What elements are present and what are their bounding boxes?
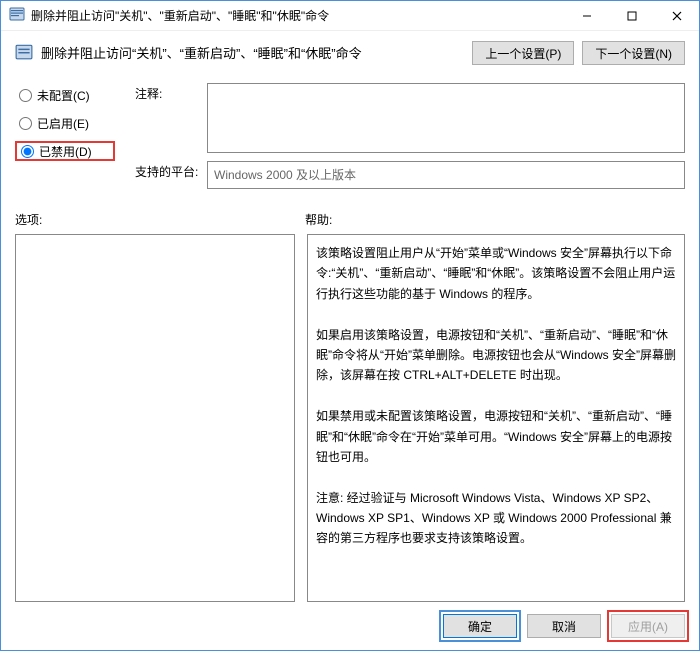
comment-label: 注释:	[135, 83, 207, 153]
platform-label: 支持的平台:	[135, 161, 207, 180]
right-fields: 注释: 支持的平台: Windows 2000 及以上版本	[135, 83, 685, 189]
radio-disabled-input[interactable]	[21, 145, 34, 158]
radio-enabled-input[interactable]	[19, 117, 32, 130]
radio-not-configured-input[interactable]	[19, 89, 32, 102]
radio-enabled-label: 已启用(E)	[37, 115, 89, 132]
radio-enabled[interactable]: 已启用(E)	[15, 113, 115, 133]
setting-name: 删除并阻止访问“关机”、“重新启动”、“睡眠”和“休眠”命令	[41, 43, 464, 62]
maximize-button[interactable]	[609, 1, 654, 30]
cancel-button[interactable]: 取消	[527, 614, 601, 638]
window-buttons	[564, 1, 699, 30]
minimize-button[interactable]	[564, 1, 609, 30]
help-pane[interactable]: 该策略设置阻止用户从“开始”菜单或“Windows 安全”屏幕执行以下命令:“关…	[307, 234, 685, 602]
radio-disabled-label: 已禁用(D)	[39, 143, 92, 160]
nav-buttons: 上一个设置(P) 下一个设置(N)	[472, 41, 685, 65]
policy-dialog: 删除并阻止访问"关机"、"重新启动"、"睡眠"和"休眠"命令 删除并阻止访问“关…	[0, 0, 700, 651]
panes: 该策略设置阻止用户从“开始”菜单或“Windows 安全”屏幕执行以下命令:“关…	[15, 234, 685, 602]
next-setting-button[interactable]: 下一个设置(N)	[582, 41, 685, 65]
options-label: 选项:	[15, 211, 305, 228]
help-label: 帮助:	[305, 211, 332, 228]
content-area: 删除并阻止访问“关机”、“重新启动”、“睡眠”和“休眠”命令 上一个设置(P) …	[1, 31, 699, 650]
options-pane	[15, 234, 295, 602]
comment-field[interactable]	[207, 83, 685, 153]
titlebar: 删除并阻止访问"关机"、"重新启动"、"睡眠"和"休眠"命令	[1, 1, 699, 31]
radio-not-configured-label: 未配置(C)	[37, 87, 90, 104]
header-row: 删除并阻止访问“关机”、“重新启动”、“睡眠”和“休眠”命令 上一个设置(P) …	[15, 41, 685, 65]
policy-icon	[9, 6, 25, 25]
apply-button[interactable]: 应用(A)	[611, 614, 685, 638]
policy-item-icon	[15, 41, 33, 64]
ok-button[interactable]: 确定	[443, 614, 517, 638]
platform-field: Windows 2000 及以上版本	[207, 161, 685, 189]
radio-disabled[interactable]: 已禁用(D)	[15, 141, 115, 161]
previous-setting-button[interactable]: 上一个设置(P)	[472, 41, 574, 65]
config-row: 未配置(C) 已启用(E) 已禁用(D) 注释: 支持的平台:	[15, 83, 685, 189]
footer-buttons: 确定 取消 应用(A)	[15, 602, 685, 638]
window-title: 删除并阻止访问"关机"、"重新启动"、"睡眠"和"休眠"命令	[31, 7, 564, 24]
close-button[interactable]	[654, 1, 699, 30]
platform-row: 支持的平台: Windows 2000 及以上版本	[135, 161, 685, 189]
section-labels: 选项: 帮助:	[15, 211, 685, 228]
comment-row: 注释:	[135, 83, 685, 153]
state-radios: 未配置(C) 已启用(E) 已禁用(D)	[15, 83, 115, 161]
radio-not-configured[interactable]: 未配置(C)	[15, 85, 115, 105]
